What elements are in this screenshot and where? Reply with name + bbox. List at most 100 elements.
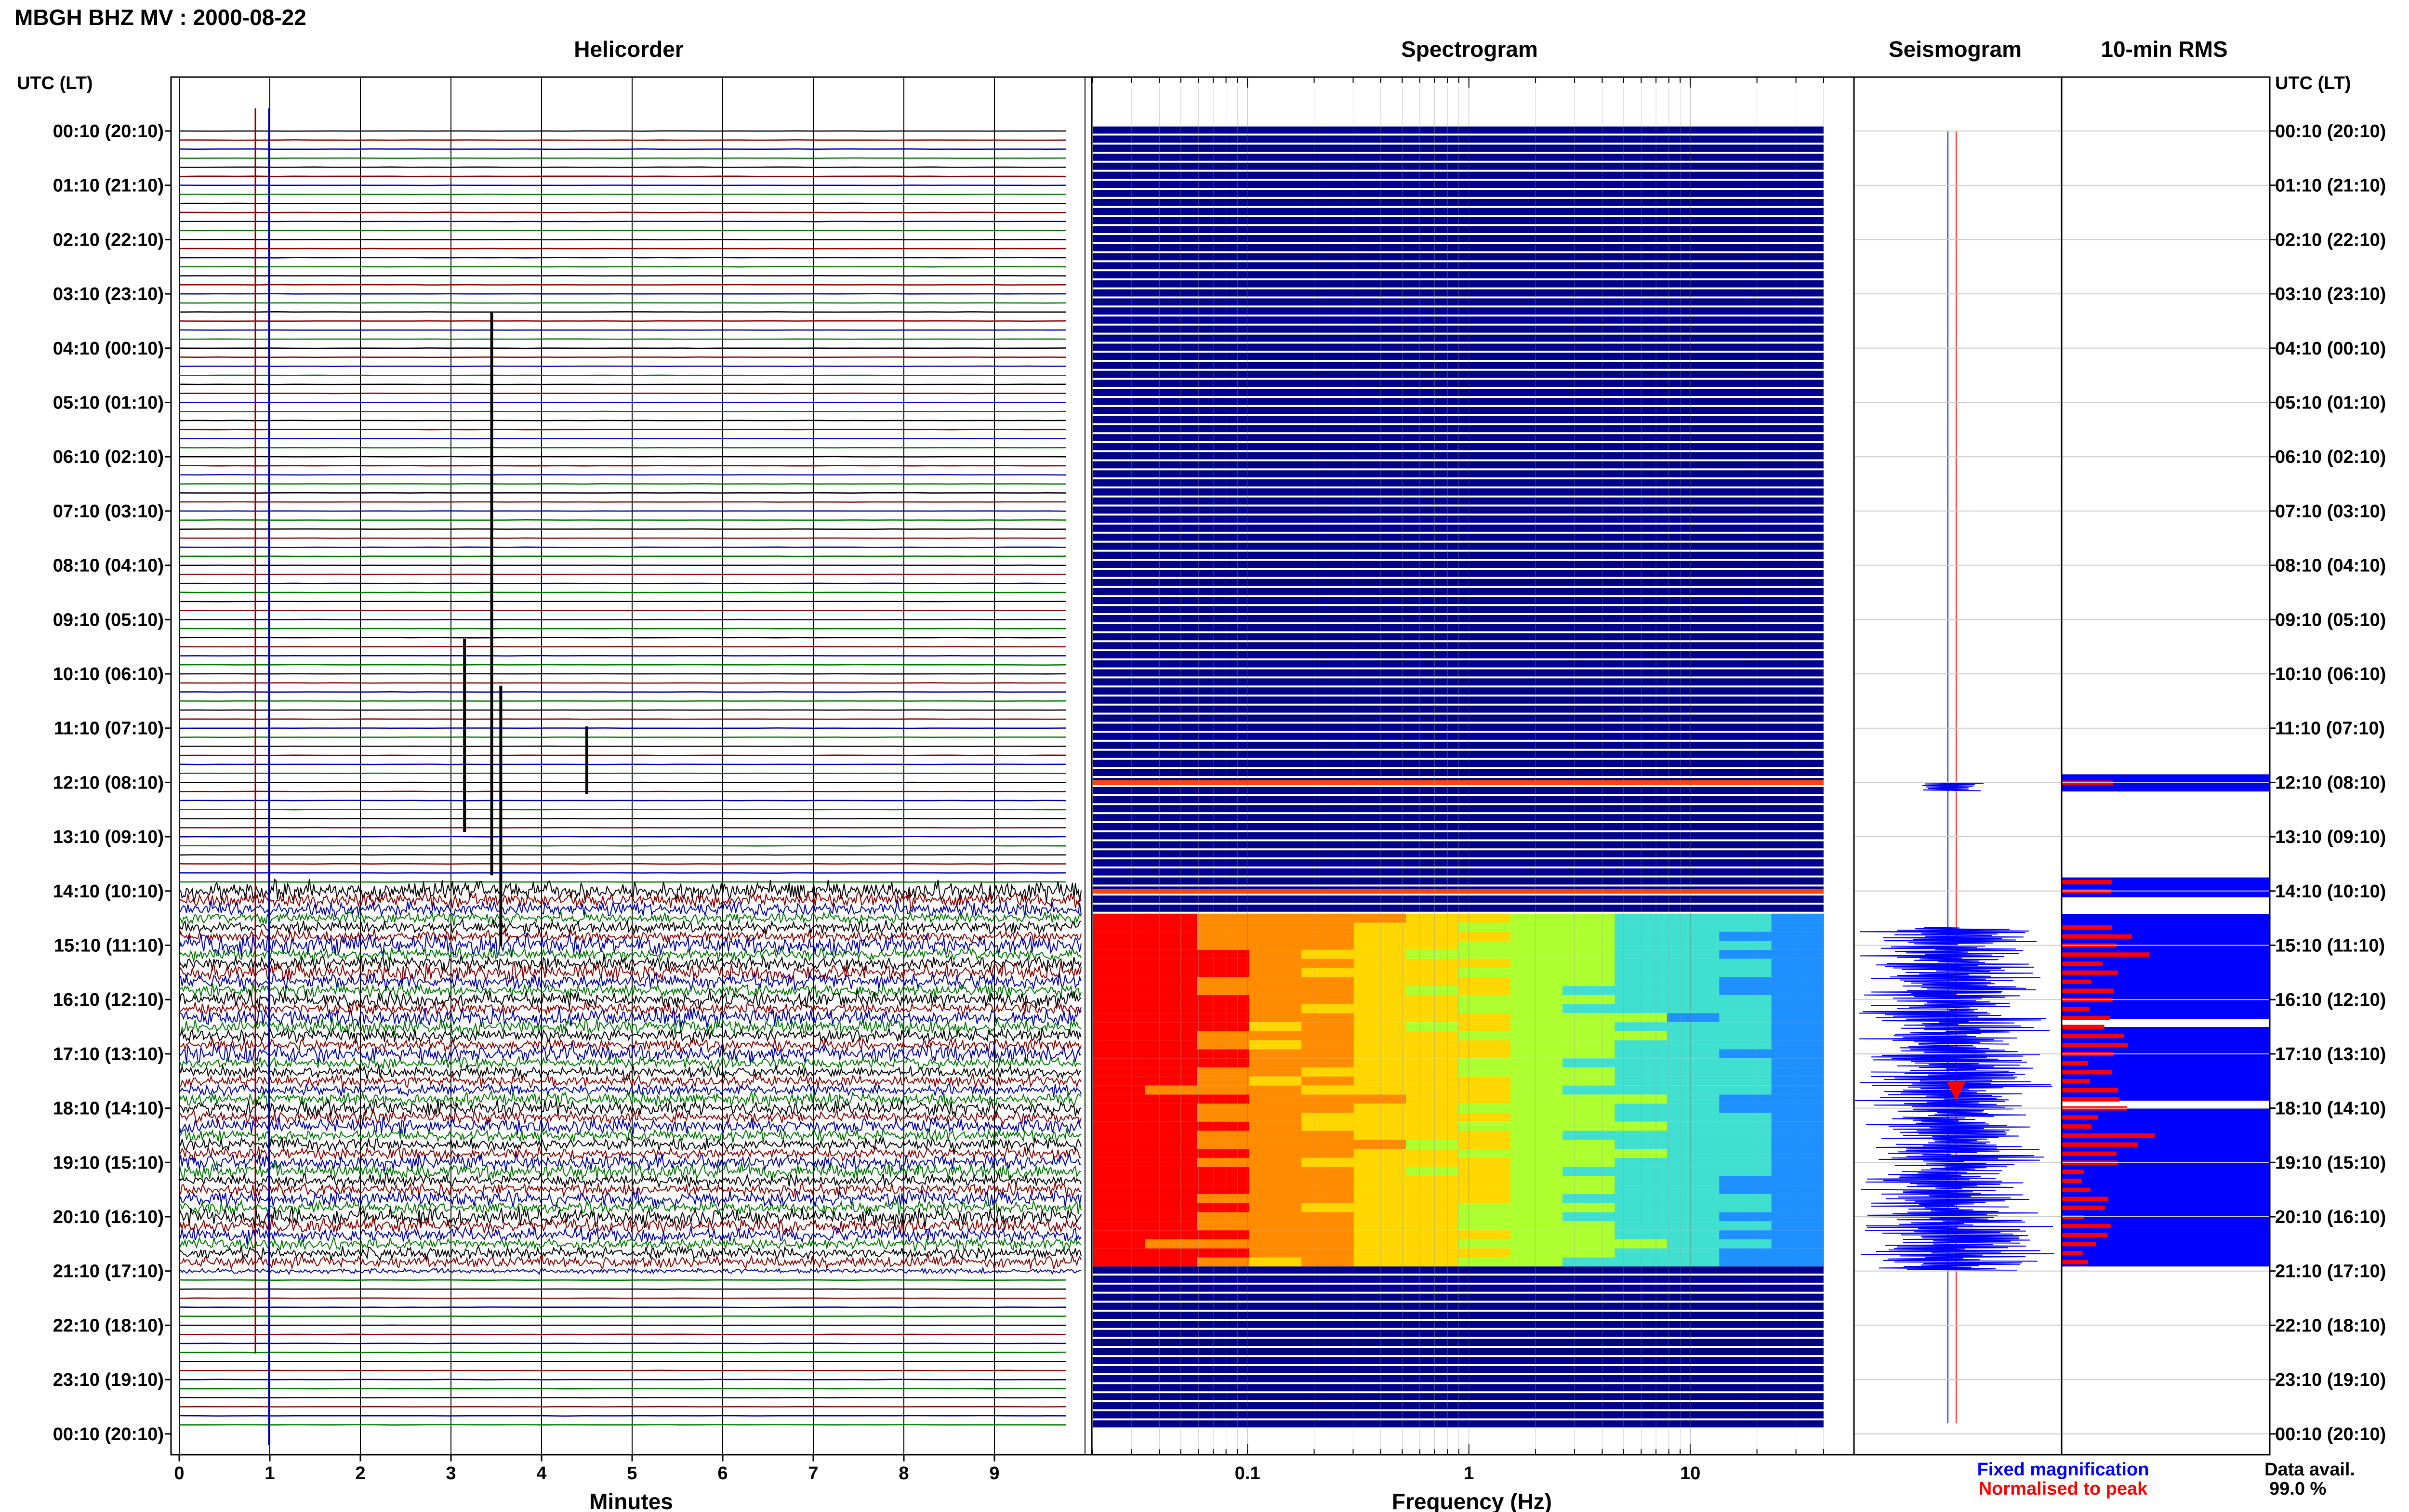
spectrogram-cell	[1771, 1131, 1824, 1140]
spectrogram-cell	[1145, 1013, 1198, 1023]
helicorder-trace	[179, 474, 1066, 476]
spectrogram-cell	[1145, 913, 1198, 923]
spectrogram-cell	[1667, 932, 1720, 941]
helicorder-trace	[179, 773, 1066, 775]
spectrogram-cell	[1562, 1040, 1615, 1050]
spectrogram-cell	[1197, 1031, 1250, 1040]
spectrogram-cell	[1667, 1121, 1720, 1131]
helicorder-frame	[170, 76, 1093, 1456]
spectrogram-cell	[1771, 977, 1824, 986]
helicorder-trace	[179, 537, 1066, 539]
spectrogram-cell	[1093, 977, 1146, 986]
spectrogram-cell	[1719, 1157, 1772, 1167]
rms-bar	[2062, 988, 2114, 993]
spectrogram-cell	[1093, 1004, 1146, 1013]
helicorder-trace	[179, 1126, 1082, 1144]
rms-bar	[2062, 1142, 2138, 1147]
spectrogram-row	[1093, 669, 1824, 677]
spectrogram-cell	[1458, 1212, 1511, 1222]
helicorder-trace	[179, 817, 1066, 820]
legend-fixed-magnification: Fixed magnification	[1977, 1459, 2149, 1480]
time-label-left: 16:10 (12:10)	[53, 990, 164, 1010]
spectrogram-cell	[1771, 1112, 1824, 1122]
spectrogram-cell	[1458, 1058, 1511, 1068]
spectrogram-cell	[1145, 1221, 1198, 1231]
spectrogram-cell	[1301, 1013, 1354, 1023]
spectrogram-cell	[1510, 949, 1563, 959]
spectrogram-cell	[1667, 1094, 1720, 1104]
time-label-right: 15:10 (11:10)	[2275, 936, 2385, 956]
helicorder-trace	[179, 393, 1066, 394]
rms-bar	[2062, 952, 2150, 957]
time-label-right: 21:10 (17:10)	[2275, 1262, 2386, 1282]
spectrogram-cell	[1301, 1094, 1354, 1104]
spectrogram-cell	[1510, 1194, 1563, 1203]
rms-bar	[2062, 934, 2132, 939]
spectrogram-row	[1093, 1402, 1824, 1409]
helicorder-trace	[179, 790, 1066, 792]
spectrogram-cell	[1562, 977, 1615, 986]
spectrogram-row	[1093, 271, 1824, 278]
time-label-left: 14:10 (10:10)	[53, 881, 164, 902]
time-label-right: 10:10 (06:10)	[2275, 664, 2386, 684]
helicorder-trace	[179, 1369, 1066, 1371]
spectrogram-cell	[1301, 1131, 1354, 1140]
spectrogram-cell	[1353, 1194, 1407, 1203]
spectrogram-cell	[1197, 1040, 1250, 1050]
spectrogram-cell	[1301, 1004, 1354, 1013]
rms-bar	[2062, 1015, 2110, 1020]
spectrogram-cell	[1667, 1004, 1720, 1013]
spectrogram-cell	[1145, 1094, 1198, 1104]
spectrogram-cell	[1510, 1140, 1563, 1149]
spectrogram-cell	[1145, 1248, 1198, 1258]
spectrogram-row	[1093, 1384, 1824, 1392]
helicorder-trace	[179, 1083, 1082, 1098]
helicorder-trace	[179, 592, 1066, 593]
spectrogram-cell	[1093, 913, 1146, 923]
spectrogram-cell	[1771, 1013, 1824, 1023]
spectrogram-cell	[1719, 995, 1772, 1004]
spectrogram-cell	[1719, 1058, 1772, 1068]
spectrogram-cell	[1510, 941, 1563, 950]
rms-bar	[2062, 1223, 2111, 1228]
spectrogram-cell	[1145, 1185, 1198, 1195]
spectrogram-cell	[1093, 1085, 1146, 1095]
spectrogram-cell	[1249, 922, 1302, 932]
seismogram-trace	[1900, 1234, 2031, 1244]
spectrogram-cell	[1458, 1194, 1511, 1203]
spectrogram-cell	[1093, 959, 1146, 968]
spectrogram-cell	[1249, 1004, 1302, 1013]
helicorder-trace	[179, 609, 1066, 612]
spectrogram-row	[1093, 443, 1824, 450]
spectrogram-cell	[1301, 1112, 1354, 1122]
spectrogram-cell	[1249, 1022, 1302, 1031]
spectrogram-cell	[1510, 1248, 1563, 1258]
spectrogram-cell	[1406, 913, 1459, 923]
spectrogram-cell	[1353, 1067, 1407, 1077]
spectrogram-cell	[1667, 1149, 1720, 1158]
spectrogram-row	[1093, 1321, 1824, 1328]
helicorder-trace	[179, 918, 1082, 936]
spectrogram-row	[1093, 687, 1824, 695]
spectrogram-cell	[1353, 949, 1407, 959]
spectrogram-cell	[1562, 1221, 1615, 1231]
spectrogram-cell	[1406, 995, 1459, 1004]
spectrogram-row	[1093, 1357, 1824, 1364]
time-label-left: 00:10 (20:10)	[53, 121, 164, 142]
spectrogram-cell	[1771, 1140, 1824, 1149]
spectrogram-row	[1093, 895, 1824, 903]
spectrogram-cell	[1562, 1004, 1615, 1013]
helicorder-trace	[179, 1027, 1082, 1044]
spectrogram-cell	[1719, 1194, 1772, 1203]
spectrogram-cell	[1093, 949, 1146, 959]
spectrogram-cell	[1093, 932, 1146, 941]
spectrogram-cell	[1510, 1031, 1563, 1040]
spectrogram-cell	[1562, 1058, 1615, 1068]
seismogram-trace	[1897, 1107, 2026, 1117]
helicorder-trace	[179, 555, 1066, 557]
helicorder-trace	[179, 202, 1066, 204]
spectrogram-cell	[1458, 1013, 1511, 1023]
spectrogram-row-active	[1093, 1013, 1824, 1023]
spectrogram-cell	[1301, 977, 1354, 986]
spectrogram-cell	[1510, 922, 1563, 932]
